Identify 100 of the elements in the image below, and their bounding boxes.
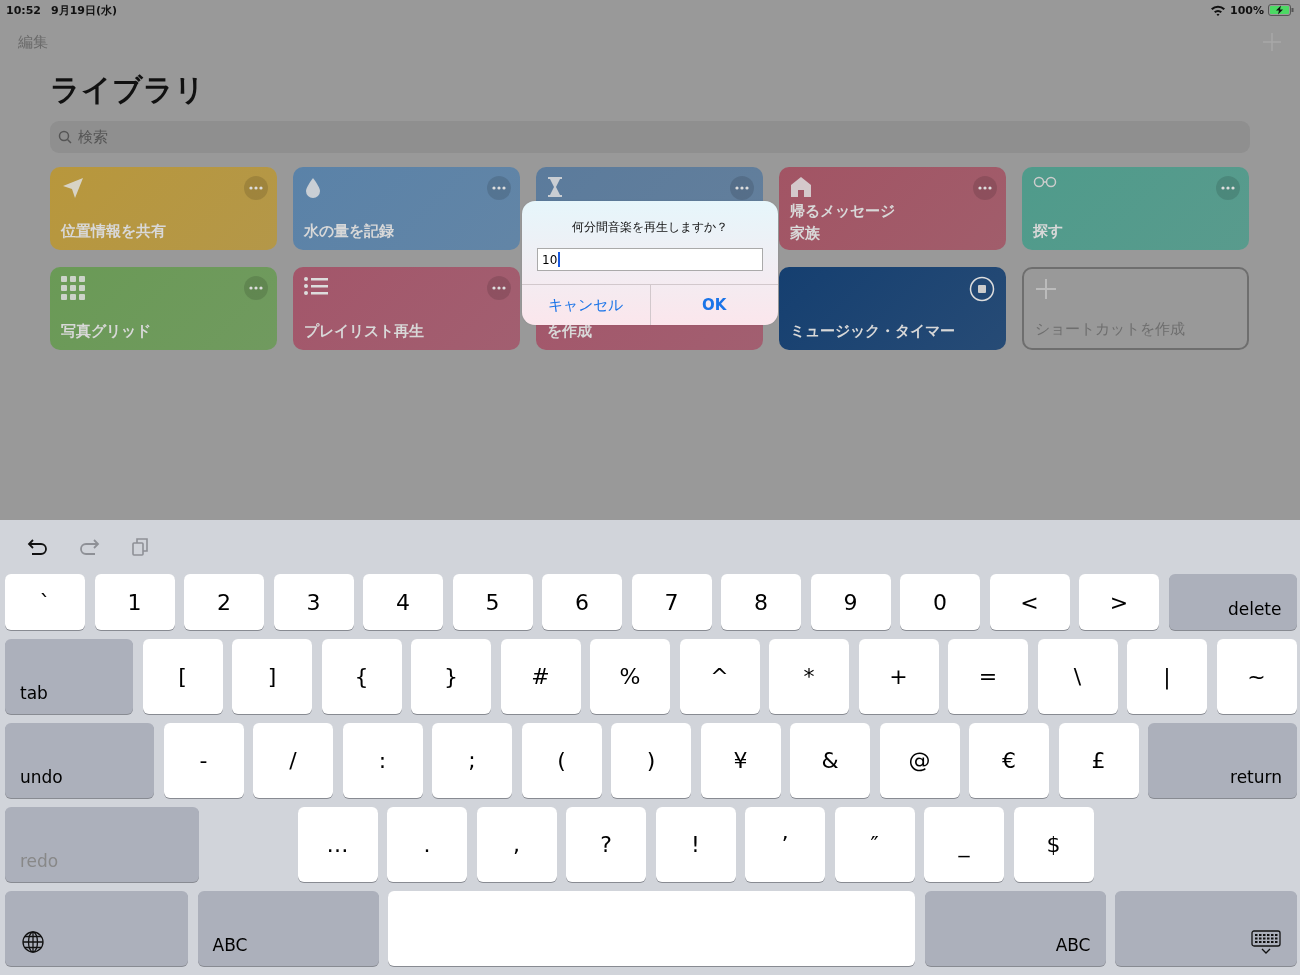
shortcut-title: プレイリスト再生 bbox=[304, 321, 425, 342]
keyboard-key[interactable]: , bbox=[476, 807, 557, 882]
keyboard-key[interactable]: & bbox=[790, 723, 870, 798]
ellipsis-icon bbox=[978, 186, 992, 190]
grid-icon bbox=[61, 276, 85, 300]
globe-icon bbox=[21, 930, 45, 954]
plus-icon bbox=[1035, 278, 1057, 300]
shortcut-title: 写真グリッド bbox=[61, 321, 152, 342]
wifi-icon bbox=[1210, 4, 1226, 16]
ellipsis-icon bbox=[249, 286, 263, 290]
status-time: 10:52 bbox=[6, 3, 41, 17]
hourglass-icon bbox=[547, 176, 563, 198]
more-button[interactable] bbox=[487, 176, 511, 200]
keyboard-key[interactable]: . bbox=[387, 807, 467, 882]
keyboard-key[interactable]: ’ bbox=[745, 807, 825, 882]
keyboard-key[interactable]: tab bbox=[5, 639, 133, 714]
keyboard-key[interactable]: 4 bbox=[363, 574, 443, 630]
library-title: ライブラリ bbox=[50, 71, 206, 109]
keyboard-key[interactable]: … bbox=[297, 807, 378, 882]
shortcut-title: 水の量を記録 bbox=[304, 221, 395, 242]
keyboard-key[interactable]: @ bbox=[879, 723, 960, 798]
keyboard-key[interactable]: ABC bbox=[197, 891, 379, 966]
ellipsis-icon bbox=[492, 286, 506, 290]
keyboard-key[interactable]: \ bbox=[1037, 639, 1118, 714]
hide-keyboard-key[interactable] bbox=[1115, 891, 1297, 966]
shortcut-title: ミュージック・タイマー bbox=[790, 321, 956, 342]
globe-key[interactable] bbox=[5, 891, 188, 966]
search-field[interactable]: 検索 bbox=[50, 121, 1250, 153]
keyboard-key[interactable]: 5 bbox=[452, 574, 533, 630]
location-arrow-icon bbox=[61, 176, 85, 200]
keyboard-key[interactable]: # bbox=[500, 639, 581, 714]
keyboard-key[interactable]: - bbox=[163, 723, 244, 798]
ellipsis-icon bbox=[249, 186, 263, 190]
stop-icon[interactable] bbox=[969, 276, 995, 302]
keyboard-key[interactable]: [ bbox=[142, 639, 223, 714]
keyboard-key[interactable]: ` bbox=[5, 574, 85, 630]
keyboard-key[interactable]: = bbox=[948, 639, 1028, 714]
glasses-icon bbox=[1033, 176, 1057, 188]
keyboard-key[interactable]: 0 bbox=[900, 574, 980, 630]
undo-icon[interactable] bbox=[27, 536, 49, 558]
keyboard-key[interactable]: ) bbox=[611, 723, 691, 798]
more-button[interactable] bbox=[1216, 176, 1240, 200]
more-button[interactable] bbox=[487, 276, 511, 300]
shortcut-title: 家族 bbox=[790, 223, 821, 244]
keyboard-key[interactable]: _ bbox=[924, 807, 1004, 882]
more-button[interactable] bbox=[973, 176, 997, 200]
shortcut-title: 位置情報を共有 bbox=[61, 221, 167, 242]
keyboard-key[interactable]: 3 bbox=[273, 574, 354, 630]
keyboard-key[interactable]: | bbox=[1127, 639, 1207, 714]
keyboard-key[interactable]: ″ bbox=[834, 807, 915, 882]
shortcut-card[interactable]: ミュージック・タイマー bbox=[779, 267, 1006, 350]
ellipsis-icon bbox=[492, 186, 506, 190]
keyboard-key[interactable]: 8 bbox=[721, 574, 801, 630]
keyboard-key[interactable]: return bbox=[1148, 723, 1297, 798]
list-icon bbox=[304, 276, 328, 296]
minutes-input-field[interactable]: 10 bbox=[537, 248, 763, 271]
more-button[interactable] bbox=[244, 176, 268, 200]
keyboard-key[interactable]: > bbox=[1079, 574, 1159, 630]
keyboard-key[interactable]: } bbox=[411, 639, 491, 714]
keyboard-key[interactable]: ABC bbox=[924, 891, 1106, 966]
shortcut-card[interactable]: プレイリスト再生 bbox=[293, 267, 520, 350]
keyboard-key[interactable]: * bbox=[769, 639, 849, 714]
dialog-message: 何分間音楽を再生しますか？ bbox=[572, 220, 728, 235]
keyboard-key[interactable]: delete bbox=[1168, 574, 1297, 630]
keyboard-key[interactable]: € bbox=[969, 723, 1049, 798]
shortcut-title: 探す bbox=[1033, 221, 1064, 242]
keyboard-key[interactable]: ! bbox=[655, 807, 736, 882]
keyboard-key[interactable]: / bbox=[253, 723, 333, 798]
battery-percent: 100% bbox=[1230, 3, 1264, 17]
keyboard-key[interactable]: + bbox=[858, 639, 939, 714]
more-button[interactable] bbox=[244, 276, 268, 300]
shortcut-title: 帰るメッセージ bbox=[790, 201, 896, 222]
keyboard-key[interactable]: { bbox=[321, 639, 402, 714]
keyboard-icon bbox=[1251, 930, 1281, 954]
keyboard-key[interactable]: ~ bbox=[1216, 639, 1297, 714]
search-icon bbox=[58, 130, 72, 144]
ellipsis-icon bbox=[735, 186, 749, 190]
keyboard-key[interactable]: : bbox=[342, 723, 423, 798]
keyboard-key[interactable]: ( bbox=[521, 723, 602, 798]
keyboard-key[interactable]: ¥ bbox=[700, 723, 781, 798]
ok-button[interactable]: OK bbox=[649, 285, 778, 325]
ellipsis-icon bbox=[1221, 186, 1235, 190]
keyboard-key[interactable]: ] bbox=[232, 639, 312, 714]
keyboard-key[interactable]: 6 bbox=[542, 574, 622, 630]
keyboard-key[interactable]: 7 bbox=[631, 574, 712, 630]
shortcut-card[interactable]: 帰るメッセージ 家族 bbox=[779, 167, 1006, 250]
keyboard-key[interactable]: 1 bbox=[94, 574, 175, 630]
keyboard-key[interactable]: undo bbox=[5, 723, 154, 798]
keyboard-key[interactable]: < bbox=[989, 574, 1070, 630]
status-date: 9月19日(水) bbox=[51, 2, 118, 18]
keyboard-key[interactable]: ^ bbox=[679, 639, 760, 714]
keyboard-key[interactable]: % bbox=[590, 639, 670, 714]
keyboard-key[interactable]: ? bbox=[566, 807, 646, 882]
drop-icon bbox=[304, 176, 322, 200]
keyboard-key[interactable]: ; bbox=[432, 723, 512, 798]
keyboard-key[interactable]: 2 bbox=[184, 574, 264, 630]
keyboard-key[interactable]: 9 bbox=[810, 574, 891, 630]
keyboard-key[interactable]: $ bbox=[1013, 807, 1094, 882]
more-button[interactable] bbox=[730, 176, 754, 200]
keyboard-key[interactable]: £ bbox=[1058, 723, 1139, 798]
